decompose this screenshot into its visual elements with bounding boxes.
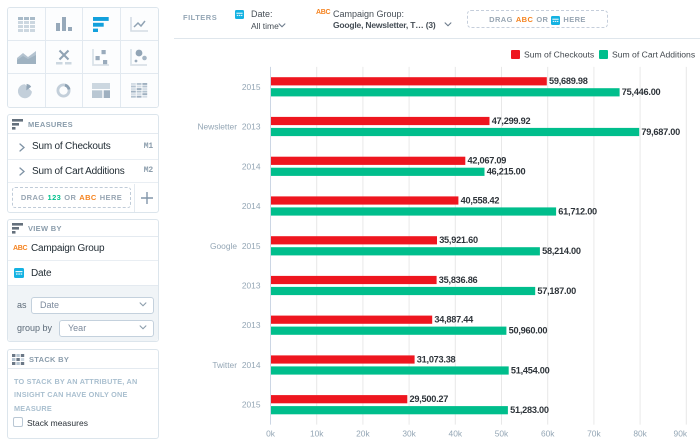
svg-text:Sum of Checkouts: Sum of Checkouts [524, 50, 594, 60]
svg-text:2015: 2015 [242, 241, 261, 251]
svg-text:0k: 0k [266, 429, 276, 439]
svg-text:30k: 30k [402, 429, 416, 439]
svg-text:58,214.00: 58,214.00 [542, 246, 581, 256]
svg-text:35,836.86: 35,836.86 [439, 275, 478, 285]
svg-text:Newsletter: Newsletter [197, 122, 237, 132]
svg-text:50,960.00: 50,960.00 [509, 326, 548, 336]
svg-text:2014: 2014 [242, 161, 261, 171]
svg-text:20k: 20k [356, 429, 370, 439]
svg-text:51,283.00: 51,283.00 [510, 405, 549, 415]
svg-text:57,187.00: 57,187.00 [537, 286, 576, 296]
svg-text:40k: 40k [449, 429, 463, 439]
svg-text:2015: 2015 [242, 400, 261, 410]
svg-text:29,500.27: 29,500.27 [410, 394, 449, 404]
svg-text:Sum of Cart Additions: Sum of Cart Additions [612, 50, 695, 60]
svg-text:46,215.00: 46,215.00 [487, 167, 526, 177]
svg-text:Google: Google [210, 241, 237, 251]
svg-text:10k: 10k [310, 429, 324, 439]
svg-text:2013: 2013 [242, 320, 261, 330]
svg-text:59,689.98: 59,689.98 [549, 76, 588, 86]
svg-text:80k: 80k [633, 429, 647, 439]
svg-text:60k: 60k [541, 429, 555, 439]
svg-text:47,299.92: 47,299.92 [492, 116, 531, 126]
svg-text:40,558.42: 40,558.42 [461, 195, 500, 205]
svg-text:2013: 2013 [242, 281, 261, 291]
svg-text:42,067.09: 42,067.09 [468, 156, 507, 166]
svg-text:79,687.00: 79,687.00 [641, 127, 680, 137]
svg-text:34,887.44: 34,887.44 [434, 315, 474, 325]
svg-text:2014: 2014 [242, 201, 261, 211]
svg-text:Twitter: Twitter [212, 360, 237, 370]
svg-text:50k: 50k [495, 429, 509, 439]
svg-text:31,073.38: 31,073.38 [417, 354, 456, 364]
svg-text:2015: 2015 [242, 82, 261, 92]
svg-text:70k: 70k [587, 429, 601, 439]
svg-text:75,446.00: 75,446.00 [622, 87, 661, 97]
svg-text:2013: 2013 [242, 122, 261, 132]
svg-text:61,712.00: 61,712.00 [558, 206, 597, 216]
svg-text:51,454.00: 51,454.00 [511, 365, 550, 375]
svg-text:2014: 2014 [242, 360, 261, 370]
svg-text:90k: 90k [674, 429, 688, 439]
svg-text:35,921.60: 35,921.60 [439, 235, 478, 245]
